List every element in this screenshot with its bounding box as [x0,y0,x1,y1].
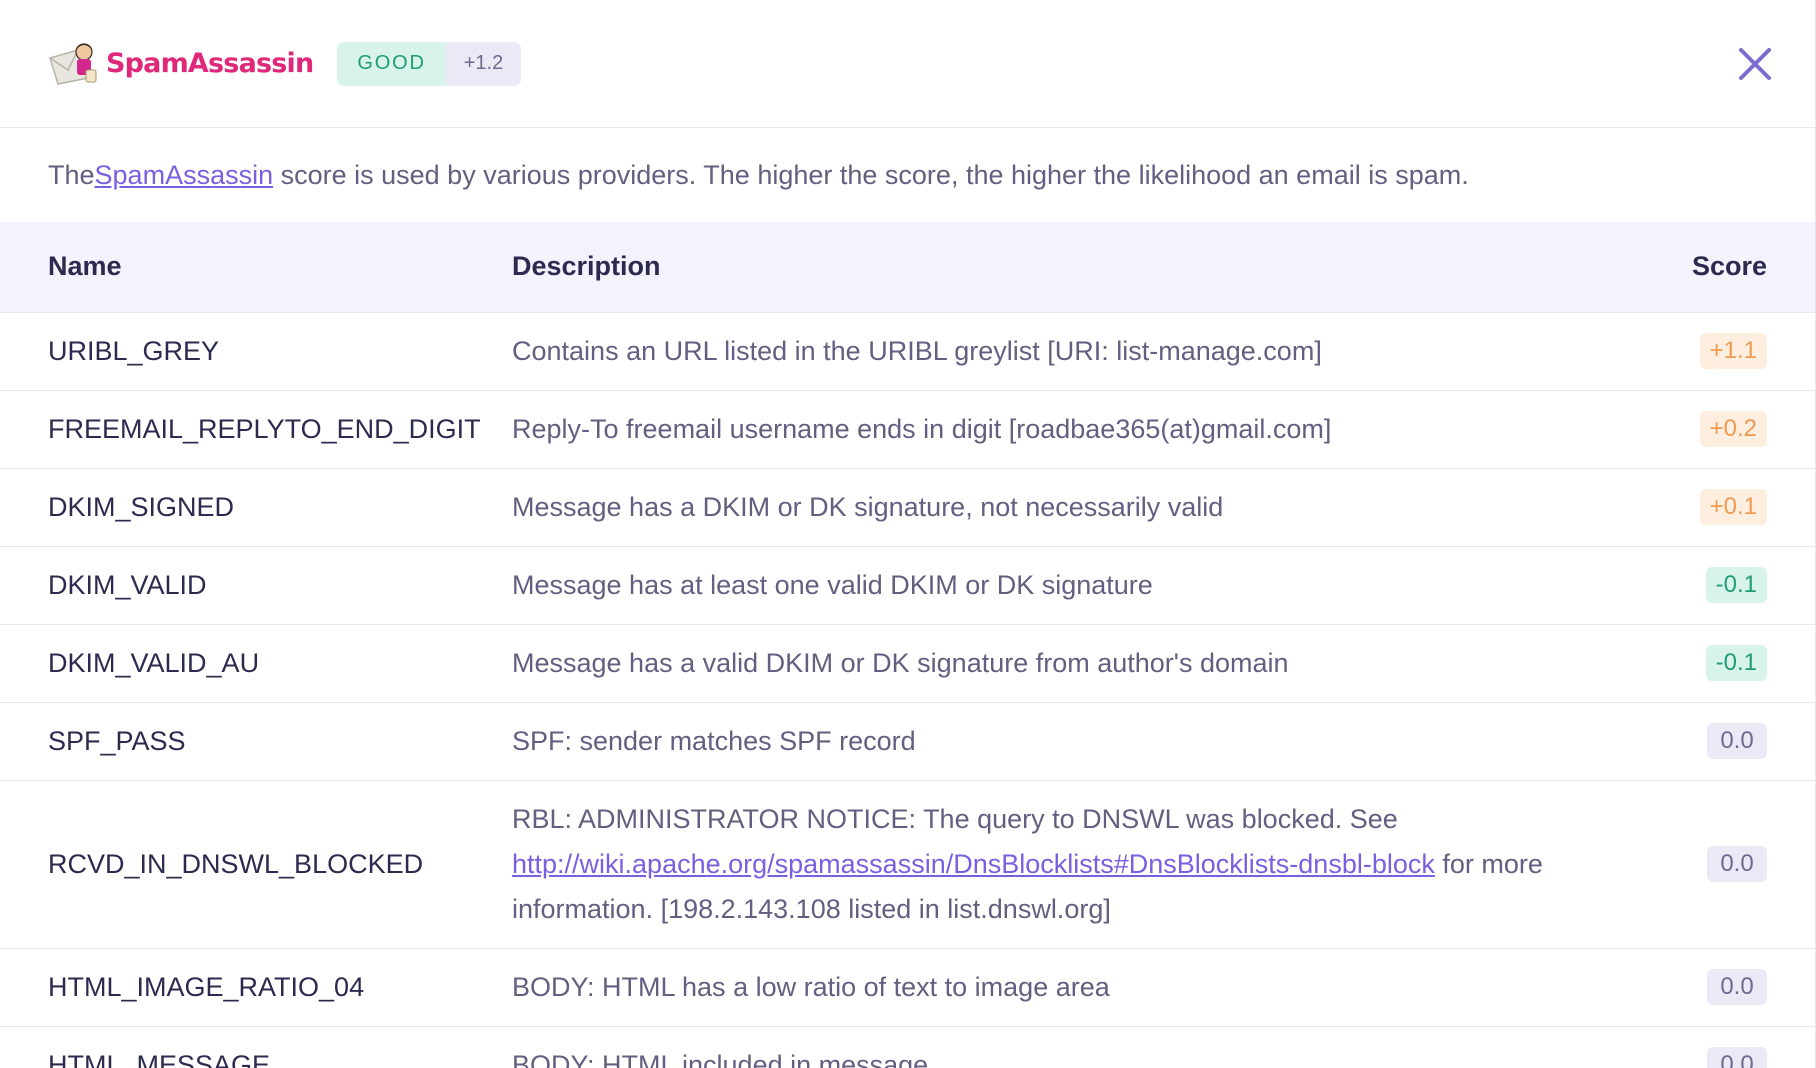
rule-description: RBL: ADMINISTRATOR NOTICE: The query to … [512,780,1692,948]
rule-name: HTML_IMAGE_RATIO_04 [48,971,365,1002]
table-header-row: Name Description Score [0,222,1815,312]
modal-header: SpamAssassin GOOD +1.2 [0,0,1815,128]
rule-description: Contains an URL listed in the URIBL grey… [512,335,1322,366]
spamassassin-link[interactable]: SpamAssassin [95,160,274,191]
score-badge: 0.0 [1707,846,1767,882]
rule-description: Message has at least one valid DKIM or D… [512,569,1153,600]
column-header-description: Description [512,251,661,282]
intro-after: score is used by various providers. The … [273,159,1469,190]
rule-name: SPF_PASS [48,725,186,756]
table-row: HTML_IMAGE_RATIO_04 BODY: HTML has a low… [0,948,1815,1026]
score-badge: -0.1 [1705,645,1767,681]
rule-description: Reply-To freemail username ends in digit… [512,413,1332,444]
table-row: DKIM_VALID Message has at least one vali… [0,546,1815,624]
rule-description: BODY: HTML included in message [512,1049,929,1068]
table-row: SPF_PASS SPF: sender matches SPF record … [0,702,1815,780]
table-row: RCVD_IN_DNSWL_BLOCKED RBL: ADMINISTRATOR… [0,780,1815,948]
table-row: DKIM_SIGNED Message has a DKIM or DK sig… [0,468,1815,546]
table-row: URIBL_GREY Contains an URL listed in the… [0,312,1815,390]
dnsbl-doc-link[interactable]: http://wiki.apache.org/spamassassin/DnsB… [512,849,1435,879]
spamassassin-logo-icon [49,42,97,85]
rule-name: HTML_MESSAGE [48,1049,271,1068]
rule-description: SPF: sender matches SPF record [512,725,916,756]
score-badge: 0.0 [1707,723,1767,759]
description-text-before: RBL: ADMINISTRATOR NOTICE: The query to … [512,803,1398,834]
total-score-badge: GOOD +1.2 [337,41,522,86]
intro-before: The [48,159,95,190]
table-row: FREEMAIL_REPLYTO_END_DIGIT Reply-To free… [0,390,1815,468]
status-badge: GOOD [337,41,446,86]
column-header-score: Score [1691,251,1767,282]
score-badge: +1.1 [1699,333,1767,369]
rule-name: RCVD_IN_DNSWL_BLOCKED [48,848,424,879]
spamassassin-modal: SpamAssassin GOOD +1.2 The SpamAssassin … [0,0,1816,1068]
rules-table: Name Description Score URIBL_GREY Contai… [0,222,1815,1068]
rule-description: BODY: HTML has a low ratio of text to im… [512,971,1110,1002]
rule-name: DKIM_SIGNED [48,491,235,522]
close-icon[interactable] [1735,44,1775,84]
intro-text: The SpamAssassin score is used by variou… [0,128,1815,222]
score-badge: -0.1 [1705,567,1767,603]
total-score: +1.2 [445,41,522,86]
spamassassin-logo: SpamAssassin [48,42,314,86]
rule-name: DKIM_VALID_AU [48,647,260,678]
column-header-name: Name [48,251,122,282]
score-badge: +0.2 [1699,411,1767,447]
score-badge: 0.0 [1707,1047,1767,1068]
rule-name: DKIM_VALID [48,569,207,600]
rule-description: Message has a valid DKIM or DK signature… [512,647,1289,678]
rule-description: Message has a DKIM or DK signature, not … [512,491,1224,522]
table-row: DKIM_VALID_AU Message has a valid DKIM o… [0,624,1815,702]
logo-text: SpamAssassin [106,48,314,79]
table-row: HTML_MESSAGE BODY: HTML included in mess… [0,1026,1815,1068]
score-badge: +0.1 [1699,489,1767,525]
rule-name: URIBL_GREY [48,335,220,366]
rule-name: FREEMAIL_REPLYTO_END_DIGIT [48,413,481,444]
score-badge: 0.0 [1707,969,1767,1005]
